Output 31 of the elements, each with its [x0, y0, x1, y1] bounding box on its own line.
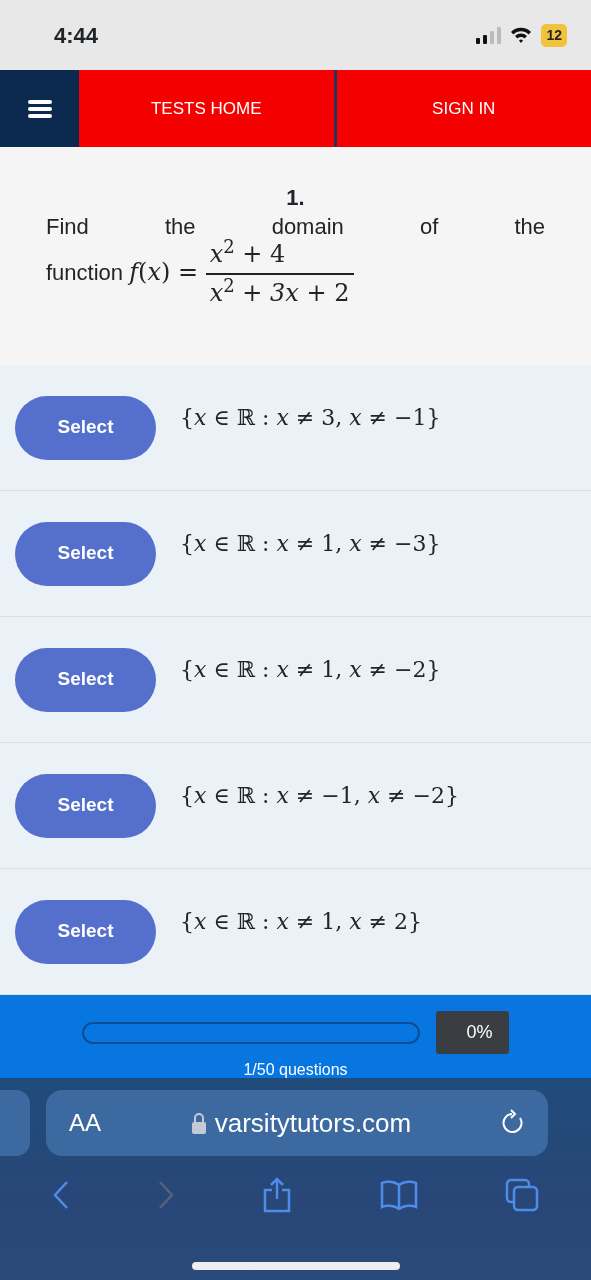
tab-preview[interactable] — [0, 1090, 30, 1156]
select-button[interactable]: Select — [15, 899, 156, 964]
wifi-icon — [509, 26, 534, 44]
select-button[interactable]: Select — [15, 395, 156, 460]
tabs-icon[interactable] — [505, 1178, 540, 1212]
select-button[interactable]: Select — [15, 521, 156, 586]
url-text[interactable]: varsitytutors.com — [214, 1103, 412, 1143]
forward-icon[interactable] — [157, 1180, 176, 1210]
back-icon[interactable] — [51, 1180, 70, 1210]
nav-link[interactable]: TESTS HOME — [79, 70, 334, 147]
progress-percent: 0% — [436, 1011, 509, 1054]
menu-icon — [27, 98, 52, 119]
select-button[interactable]: Select — [15, 773, 156, 838]
nav-link[interactable]: SIGN IN — [336, 70, 591, 147]
select-button[interactable]: Select — [15, 647, 156, 712]
question-number: 1. — [285, 184, 306, 212]
lock-icon — [190, 1112, 207, 1134]
book-icon[interactable] — [379, 1180, 418, 1210]
text-size-button[interactable]: AA — [68, 1104, 102, 1142]
answer-text: {x ∈ ℝ : x ≠ −1, x ≠ −2} — [180, 782, 459, 810]
answer-text: {x ∈ ℝ : x ≠ 1, x ≠ −3} — [180, 530, 441, 558]
battery-indicator: 12 — [541, 23, 567, 47]
answer-text: {x ∈ ℝ : x ≠ 1, x ≠ 2} — [180, 908, 423, 936]
answer-text: {x ∈ ℝ : x ≠ 1, x ≠ −2} — [180, 656, 441, 684]
progress-caption: 1/50 questions — [243, 1062, 348, 1078]
menu-button[interactable] — [0, 70, 79, 147]
answer-text: {x ∈ ℝ : x ≠ 3, x ≠ −1} — [180, 404, 441, 432]
question-text: Find the domain of the function f(x) = x$^{2}$ + 4 x$^{2}$ + 3x + 2 — [46, 214, 545, 308]
clock-time: 4:44 — [54, 21, 99, 50]
share-icon[interactable] — [262, 1177, 293, 1213]
signal-icon — [475, 26, 502, 44]
